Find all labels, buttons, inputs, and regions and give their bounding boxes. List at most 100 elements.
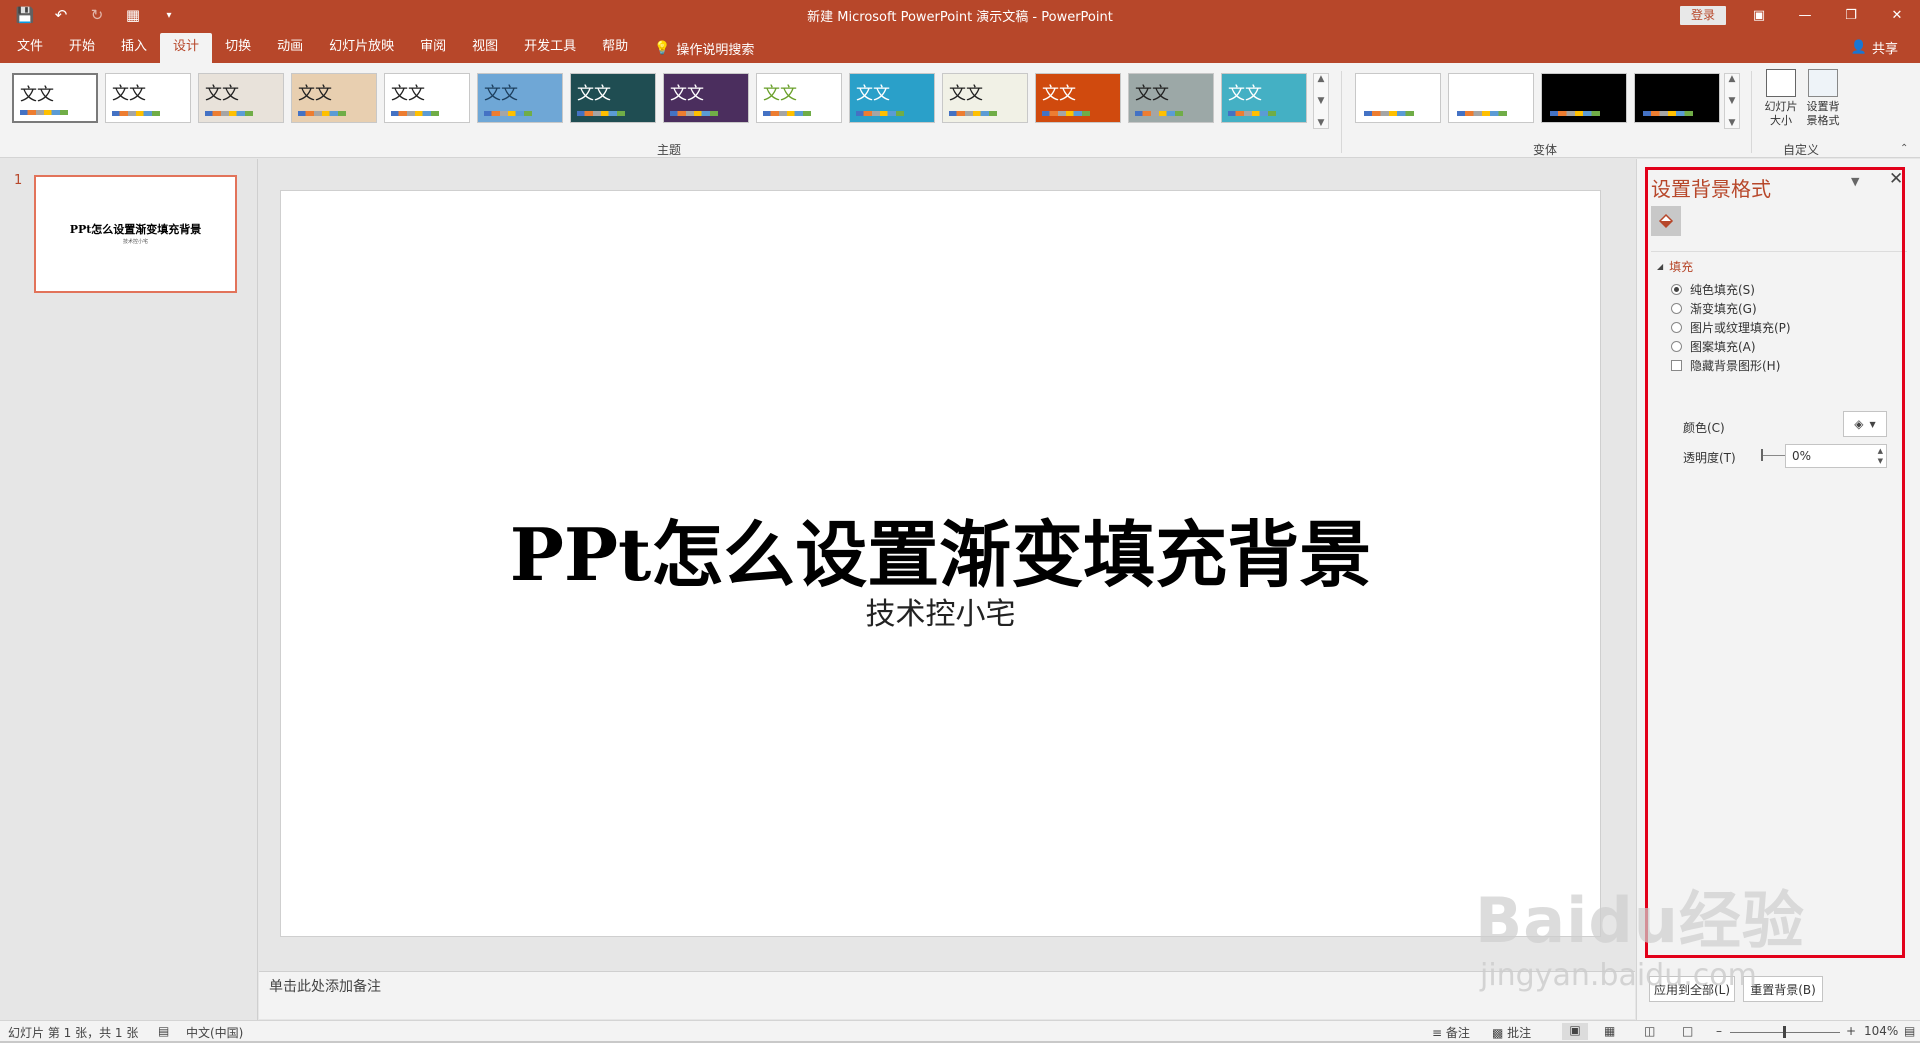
- theme-color-strip: [205, 111, 253, 116]
- tab-5[interactable]: 动画: [264, 33, 316, 63]
- slide-subtitle[interactable]: 技术控小宅: [281, 589, 1600, 633]
- comments-toggle[interactable]: ▩ 批注: [1492, 1024, 1531, 1041]
- notes-pane[interactable]: 单击此处添加备注: [259, 971, 1635, 1019]
- tab-1[interactable]: 开始: [56, 33, 108, 63]
- fill-tab-icon[interactable]: [1651, 206, 1681, 236]
- themes-gallery-scroll[interactable]: ▲ ▼ ▼: [1313, 73, 1329, 129]
- radio-button[interactable]: [1671, 303, 1682, 314]
- slide-size-icon: [1766, 69, 1796, 97]
- tell-me-search[interactable]: 💡 操作说明搜索: [641, 33, 767, 63]
- login-button[interactable]: 登录: [1680, 6, 1726, 25]
- variant-thumbnail[interactable]: [1634, 73, 1720, 123]
- spin-arrows-icon[interactable]: ▲ ▼: [1878, 446, 1883, 466]
- share-button[interactable]: 👤 共享: [1851, 38, 1898, 57]
- slide-thumbnail[interactable]: PPt怎么设置渐变填充背景 技术控小宅: [34, 175, 237, 293]
- close-icon[interactable]: ✕: [1874, 0, 1920, 30]
- checkbox[interactable]: [1671, 360, 1682, 371]
- theme-color-strip: [763, 111, 811, 116]
- tab-9[interactable]: 开发工具: [511, 33, 589, 63]
- theme-thumbnail[interactable]: 文文: [663, 73, 749, 123]
- theme-thumbnail[interactable]: 文文: [384, 73, 470, 123]
- theme-color-strip: [1228, 111, 1276, 116]
- color-picker-button[interactable]: ◈ ▼: [1843, 411, 1887, 437]
- ribbon-display-options-icon[interactable]: ▣: [1736, 0, 1782, 30]
- language-indicator[interactable]: 中文(中国): [186, 1024, 243, 1041]
- slideshow-view-icon[interactable]: □: [1682, 1024, 1693, 1038]
- more-icon[interactable]: ▼: [1318, 118, 1325, 128]
- scroll-up-icon[interactable]: ▲: [1318, 74, 1325, 84]
- scroll-down-icon[interactable]: ▼: [1318, 96, 1325, 106]
- pane-options-icon[interactable]: ▼: [1851, 175, 1859, 188]
- tab-8[interactable]: 视图: [459, 33, 511, 63]
- zoom-level[interactable]: 104%: [1864, 1024, 1898, 1038]
- theme-thumbnail[interactable]: 文文: [756, 73, 842, 123]
- theme-thumbnail[interactable]: 文文: [849, 73, 935, 123]
- pane-close-icon[interactable]: ✕: [1889, 169, 1903, 189]
- zoom-slider-thumb[interactable]: [1783, 1026, 1786, 1038]
- theme-thumbnail[interactable]: 文文: [1128, 73, 1214, 123]
- transparency-input[interactable]: 0% ▲ ▼: [1785, 444, 1887, 468]
- collapse-ribbon-icon[interactable]: ⌃: [1900, 143, 1908, 154]
- scroll-down-icon[interactable]: ▼: [1729, 96, 1736, 106]
- variant-thumbnail[interactable]: [1541, 73, 1627, 123]
- normal-view-icon[interactable]: ▣: [1562, 1023, 1588, 1040]
- spelling-icon[interactable]: ▤: [158, 1024, 169, 1038]
- tab-2[interactable]: 插入: [108, 33, 160, 63]
- variants-gallery-scroll[interactable]: ▲ ▼ ▼: [1724, 73, 1740, 129]
- fill-option-radio[interactable]: 渐变填充(G): [1671, 300, 1757, 317]
- fill-option-radio[interactable]: 纯色填充(S): [1671, 281, 1755, 298]
- theme-sample-text: 文文: [763, 84, 797, 104]
- tab-4[interactable]: 切换: [212, 33, 264, 63]
- theme-thumbnail[interactable]: 文文: [198, 73, 284, 123]
- fit-to-window-icon[interactable]: ▤: [1904, 1024, 1915, 1038]
- slide-sorter-icon[interactable]: ▦: [1604, 1024, 1615, 1038]
- minimize-icon[interactable]: —: [1782, 0, 1828, 30]
- document-title: 新建 Microsoft PowerPoint 演示文稿 - PowerPoin…: [807, 10, 1113, 25]
- tab-3[interactable]: 设计: [160, 33, 213, 63]
- tab-10[interactable]: 帮助: [589, 33, 641, 63]
- radio-button[interactable]: [1671, 341, 1682, 352]
- slide-title[interactable]: PPt怎么设置渐变填充背景: [281, 496, 1600, 601]
- slide-canvas[interactable]: PPt怎么设置渐变填充背景 技术控小宅: [280, 190, 1601, 937]
- theme-sample-text: 文文: [112, 84, 146, 104]
- format-background-label: 设置背 景格式: [1806, 100, 1840, 127]
- theme-sample-text: 文文: [1042, 84, 1076, 104]
- scroll-up-icon[interactable]: ▲: [1729, 74, 1736, 84]
- theme-thumbnail[interactable]: 文文: [105, 73, 191, 123]
- theme-thumbnail[interactable]: 文文: [12, 73, 98, 123]
- variant-color-strip: [1643, 111, 1693, 116]
- fill-option-radio[interactable]: 图案填充(A): [1671, 338, 1756, 355]
- theme-sample-text: 文文: [577, 84, 611, 104]
- radio-button[interactable]: [1671, 284, 1682, 295]
- fill-option-radio[interactable]: 图片或纹理填充(P): [1671, 319, 1791, 336]
- more-icon[interactable]: ▼: [1729, 118, 1736, 128]
- format-background-button[interactable]: 设置背 景格式: [1802, 69, 1844, 128]
- transparency-slider-thumb[interactable]: [1761, 449, 1763, 461]
- theme-thumbnail[interactable]: 文文: [942, 73, 1028, 123]
- notes-toggle[interactable]: ≡ 备注: [1432, 1024, 1470, 1041]
- maximize-icon[interactable]: ❐: [1828, 0, 1874, 30]
- radio-button[interactable]: [1671, 322, 1682, 333]
- theme-thumbnail[interactable]: 文文: [1035, 73, 1121, 123]
- slide-size-label: 幻灯片 大小: [1764, 100, 1798, 127]
- theme-color-strip: [112, 111, 160, 116]
- theme-thumbnail[interactable]: 文文: [477, 73, 563, 123]
- slide-size-button[interactable]: 幻灯片 大小: [1760, 69, 1802, 128]
- share-label: 共享: [1871, 42, 1898, 57]
- theme-thumbnail[interactable]: 文文: [1221, 73, 1307, 123]
- fill-section-header[interactable]: ◢ 填充: [1657, 258, 1693, 275]
- tab-6[interactable]: 幻灯片放映: [316, 33, 407, 63]
- tab-0[interactable]: 文件: [4, 33, 56, 63]
- variant-thumbnail[interactable]: [1448, 73, 1534, 123]
- window-controls: ▣ — ❐ ✕: [1736, 0, 1920, 30]
- zoom-in-icon[interactable]: +: [1846, 1024, 1856, 1038]
- theme-thumbnail[interactable]: 文文: [291, 73, 377, 123]
- reading-view-icon[interactable]: ◫: [1644, 1024, 1655, 1038]
- tab-7[interactable]: 审阅: [407, 33, 459, 63]
- tell-me-label: 操作说明搜索: [676, 42, 755, 58]
- zoom-out-icon[interactable]: –: [1716, 1024, 1722, 1038]
- variant-color-strip: [1457, 111, 1507, 116]
- variant-thumbnail[interactable]: [1355, 73, 1441, 123]
- theme-thumbnail[interactable]: 文文: [570, 73, 656, 123]
- hide-background-checkbox[interactable]: 隐藏背景图形(H): [1671, 357, 1780, 374]
